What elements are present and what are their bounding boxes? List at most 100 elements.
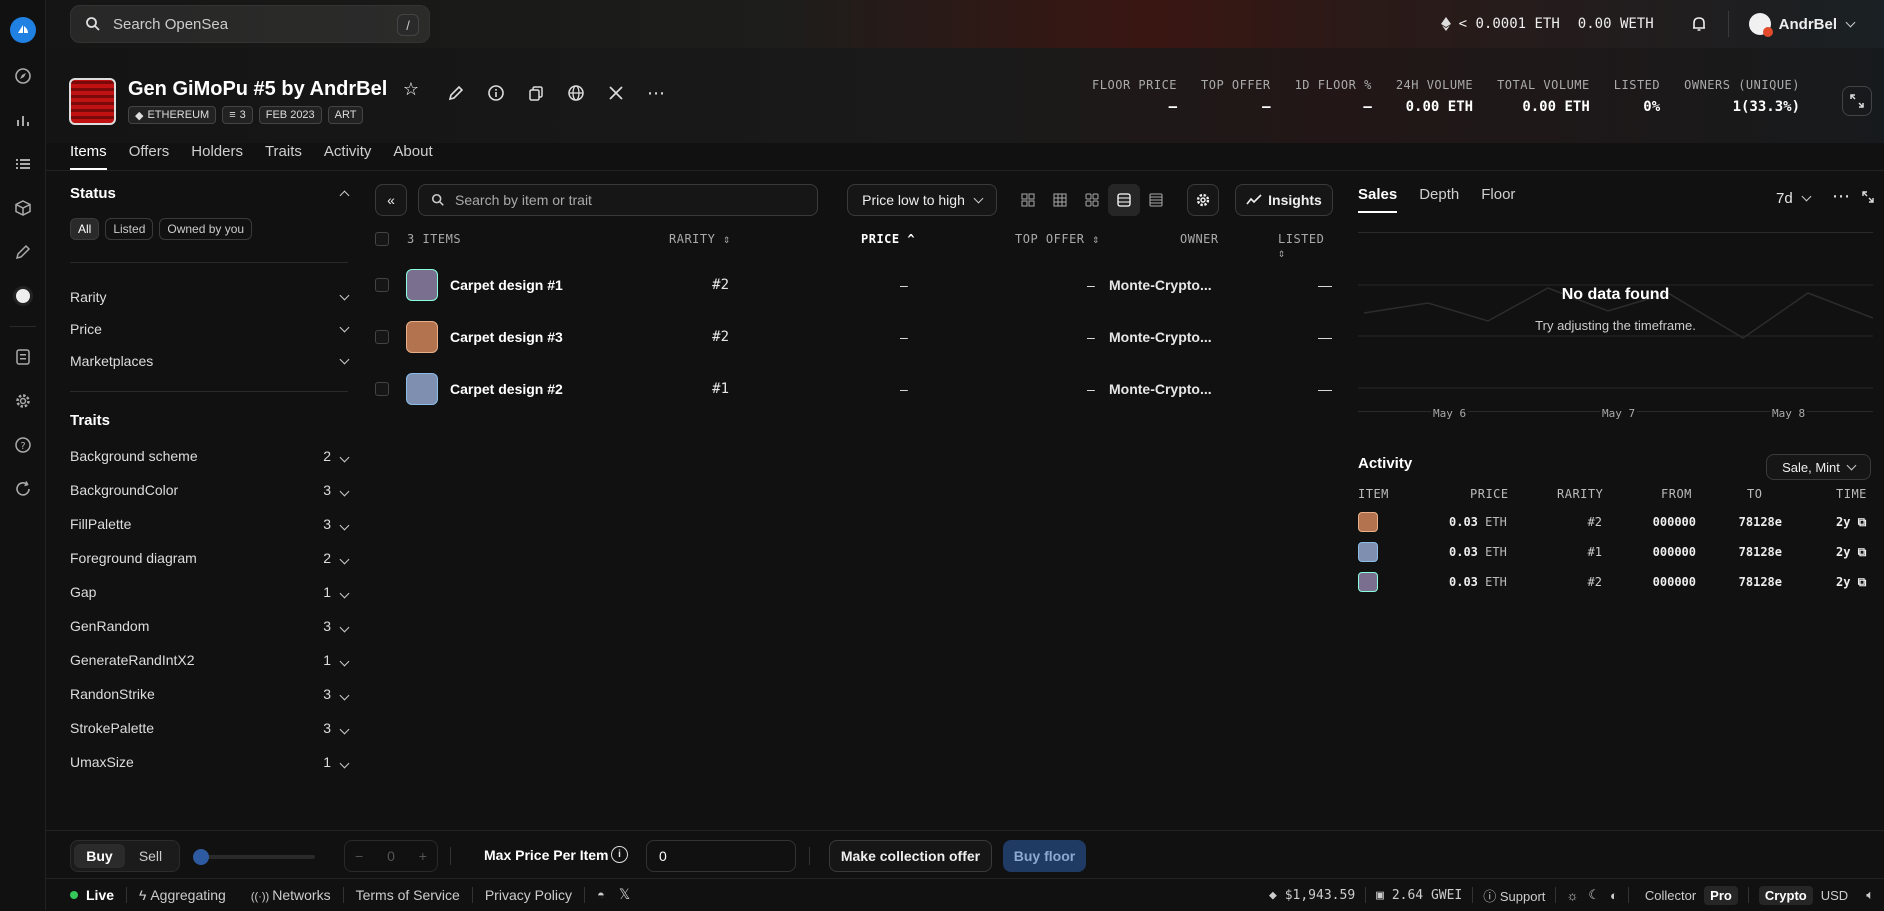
activity-row[interactable]: 0.03 ETH #2 000000 78128e 2y ⧉ bbox=[1358, 567, 1873, 597]
trait-row[interactable]: BackgroundColor 3 bbox=[70, 473, 350, 507]
expand-icon[interactable] bbox=[1862, 190, 1874, 206]
activity-from[interactable]: 000000 bbox=[1612, 515, 1696, 529]
star-icon[interactable]: ☆ bbox=[403, 79, 419, 99]
pro-mode[interactable]: Pro bbox=[1704, 885, 1738, 905]
activity-row[interactable]: 0.03 ETH #2 000000 78128e 2y ⧉ bbox=[1358, 507, 1873, 537]
usd-currency[interactable]: USD bbox=[1815, 886, 1854, 905]
activity-time[interactable]: 2y ⧉ bbox=[1836, 545, 1866, 560]
sun-icon[interactable]: ☼ bbox=[1566, 888, 1578, 903]
status-filter-header[interactable]: Status bbox=[70, 176, 350, 210]
x-twitter-icon[interactable] bbox=[596, 80, 636, 106]
activity-filter-select[interactable]: Sale, Mint bbox=[1766, 454, 1871, 480]
info-icon[interactable]: i bbox=[611, 846, 628, 863]
table-row[interactable]: Carpet design #2 #1 – – Monte-Crypto... … bbox=[372, 364, 1337, 414]
trait-row[interactable]: Gap 1 bbox=[70, 575, 350, 609]
list-icon[interactable] bbox=[0, 142, 46, 186]
moon-icon[interactable]: ☾ bbox=[1588, 887, 1600, 903]
trait-row[interactable]: FillPalette 3 bbox=[70, 507, 350, 541]
grid-medium-icon[interactable] bbox=[1044, 184, 1076, 216]
grid-small-icon[interactable] bbox=[1076, 184, 1108, 216]
more-icon[interactable]: ⋯ bbox=[636, 80, 676, 106]
table-row[interactable]: Carpet design #1 #2 – – Monte-Crypto... … bbox=[372, 260, 1337, 310]
tab-sales[interactable]: Sales bbox=[1358, 186, 1398, 213]
contrast-icon[interactable]: ◐ bbox=[1610, 888, 1618, 903]
decrement-button[interactable]: − bbox=[355, 848, 363, 864]
max-price-input[interactable]: 0 bbox=[646, 840, 796, 872]
sell-tab[interactable]: Sell bbox=[125, 844, 176, 868]
globe-icon[interactable] bbox=[556, 80, 596, 106]
row-checkbox[interactable] bbox=[375, 278, 389, 292]
activity-from[interactable]: 000000 bbox=[1612, 575, 1696, 589]
activity-to[interactable]: 78128e bbox=[1698, 545, 1782, 559]
x-twitter-icon[interactable]: 𝕏 bbox=[619, 886, 630, 903]
status-pill-all[interactable]: All bbox=[70, 218, 100, 240]
buy-floor-button[interactable]: Buy floor bbox=[1003, 840, 1086, 872]
profile-avatar-icon[interactable] bbox=[0, 274, 46, 318]
support-link[interactable]: ⓘ Support bbox=[1483, 886, 1545, 905]
activity-to[interactable]: 78128e bbox=[1698, 515, 1782, 529]
edit-icon[interactable] bbox=[0, 230, 46, 274]
copy-icon[interactable] bbox=[516, 80, 556, 106]
table-view-icon[interactable] bbox=[1140, 184, 1172, 216]
activity-time[interactable]: 2y ⧉ bbox=[1836, 515, 1866, 530]
activity-to[interactable]: 78128e bbox=[1698, 575, 1782, 589]
col-rarity[interactable]: RARITY ⇕ bbox=[669, 232, 731, 246]
refresh-icon[interactable] bbox=[0, 467, 46, 511]
make-collection-offer-button[interactable]: Make collection offer bbox=[829, 840, 992, 872]
tab-floor[interactable]: Floor bbox=[1481, 186, 1515, 213]
facet-marketplaces[interactable]: Marketplaces bbox=[70, 345, 350, 377]
gear-icon[interactable] bbox=[0, 379, 46, 423]
list-view-icon[interactable] bbox=[1108, 184, 1140, 216]
row-checkbox[interactable] bbox=[375, 330, 389, 344]
item-search-input[interactable]: Search by item or trait bbox=[418, 184, 818, 216]
sort-select[interactable]: Price low to high bbox=[847, 184, 997, 216]
discord-icon[interactable]: ◓ bbox=[597, 887, 605, 902]
bell-icon[interactable] bbox=[1690, 15, 1708, 33]
facet-price[interactable]: Price bbox=[70, 313, 350, 345]
activity-time[interactable]: 2y ⧉ bbox=[1836, 575, 1866, 590]
crypto-currency[interactable]: Crypto bbox=[1758, 885, 1813, 905]
live-status[interactable]: Live bbox=[70, 887, 114, 903]
eth-balance[interactable]: < 0.0001 ETH bbox=[1459, 16, 1560, 32]
tab-offers[interactable]: Offers bbox=[129, 143, 170, 170]
trait-row[interactable]: Background scheme 2 bbox=[70, 439, 350, 473]
item-owner[interactable]: Monte-Crypto... bbox=[1109, 329, 1212, 345]
chart-icon[interactable] bbox=[0, 98, 46, 142]
aggregating-link[interactable]: ϟ Aggregating bbox=[139, 887, 226, 903]
slider-handle[interactable] bbox=[193, 849, 209, 865]
tab-holders[interactable]: Holders bbox=[191, 143, 243, 170]
volume-icon[interactable]: 🔈︎ bbox=[1866, 887, 1874, 903]
trait-row[interactable]: RandonStrike 3 bbox=[70, 677, 350, 711]
tab-traits[interactable]: Traits bbox=[265, 143, 302, 170]
facet-rarity[interactable]: Rarity bbox=[70, 281, 350, 313]
settings-button[interactable] bbox=[1187, 184, 1219, 216]
compass-icon[interactable] bbox=[0, 54, 46, 98]
info-icon[interactable] bbox=[476, 80, 516, 106]
more-icon[interactable]: ⋯ bbox=[1832, 186, 1850, 207]
user-menu[interactable]: AndrBel bbox=[1748, 13, 1856, 37]
trait-row[interactable]: StrokePalette 3 bbox=[70, 711, 350, 745]
tab-activity[interactable]: Activity bbox=[324, 143, 372, 170]
weth-balance[interactable]: 0.00 WETH bbox=[1578, 16, 1654, 32]
cube-icon[interactable] bbox=[0, 186, 46, 230]
tab-depth[interactable]: Depth bbox=[1419, 186, 1459, 213]
help-icon[interactable]: ? bbox=[0, 423, 46, 467]
sweep-slider[interactable] bbox=[193, 849, 315, 865]
insights-button[interactable]: Insights bbox=[1235, 184, 1333, 216]
col-top-offer[interactable]: TOP OFFER ⇕ bbox=[1015, 232, 1100, 246]
item-owner[interactable]: Monte-Crypto... bbox=[1109, 381, 1212, 397]
item-owner[interactable]: Monte-Crypto... bbox=[1109, 277, 1212, 293]
opensea-logo[interactable] bbox=[0, 10, 46, 50]
table-row[interactable]: Carpet design #3 #2 – – Monte-Crypto... … bbox=[372, 312, 1337, 362]
row-checkbox[interactable] bbox=[375, 382, 389, 396]
document-icon[interactable] bbox=[0, 335, 46, 379]
expand-icon[interactable] bbox=[1842, 86, 1872, 116]
privacy-link[interactable]: Privacy Policy bbox=[485, 887, 572, 903]
grid-large-icon[interactable] bbox=[1012, 184, 1044, 216]
buy-tab[interactable]: Buy bbox=[74, 844, 125, 868]
activity-from[interactable]: 000000 bbox=[1612, 545, 1696, 559]
status-pill-listed[interactable]: Listed bbox=[105, 218, 154, 240]
tab-items[interactable]: Items bbox=[70, 143, 107, 170]
quantity-stepper[interactable]: − 0 + bbox=[344, 840, 438, 872]
global-search-input[interactable]: Search OpenSea / bbox=[70, 5, 430, 43]
